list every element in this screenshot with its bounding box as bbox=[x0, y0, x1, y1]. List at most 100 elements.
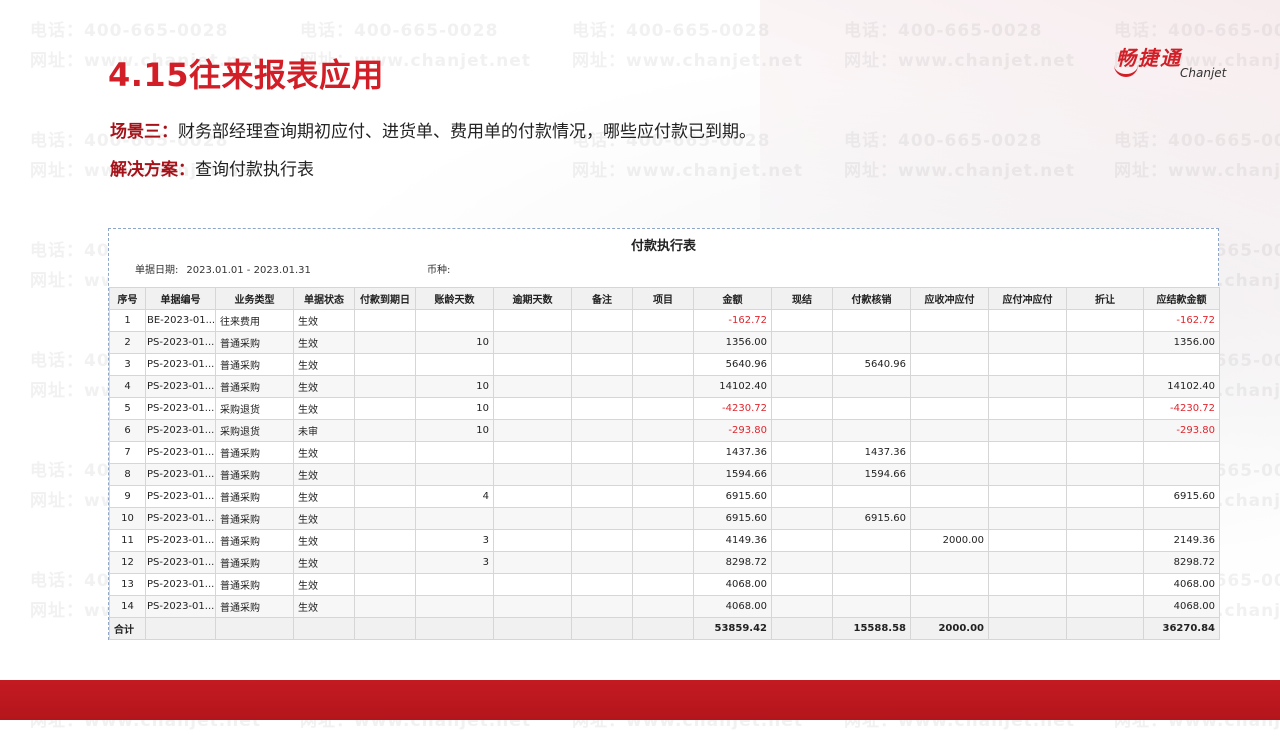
table-cell bbox=[910, 551, 989, 574]
table-cell bbox=[493, 441, 572, 464]
table-row[interactable]: 11 PS-2023-01... 普通采购 生效 3 4149.36 2000.00 2149… bbox=[109, 529, 1220, 552]
table-cell: 生效 bbox=[293, 463, 355, 486]
table-cell: 采购退货 bbox=[215, 419, 294, 442]
table-cell: 10 bbox=[415, 397, 494, 420]
table-row[interactable]: 7 PS-2023-01... 普通采购 生效 1437.36 1437.36 bbox=[109, 441, 1220, 464]
table-cell bbox=[832, 551, 911, 574]
table-cell: 1594.66 bbox=[832, 463, 911, 486]
column-header[interactable]: 逾期天数 bbox=[493, 287, 572, 310]
column-header[interactable]: 付款核销 bbox=[832, 287, 911, 310]
table-cell: 生效 bbox=[293, 573, 355, 596]
table-cell bbox=[988, 375, 1067, 398]
table-cell bbox=[771, 507, 833, 530]
table-cell bbox=[988, 595, 1067, 618]
date-filter-value[interactable]: 2023.01.01 - 2023.01.31 bbox=[186, 265, 310, 276]
column-header[interactable]: 应收冲应付 bbox=[910, 287, 989, 310]
table-cell: 6 bbox=[109, 419, 146, 442]
payment-execution-table: 序号 单据编号 业务类型 单据状态 付款到期日 账龄天数 逾期天数 备注 项目 金额 现结 付款核销应… bbox=[109, 287, 1220, 640]
column-header[interactable]: 折让 bbox=[1066, 287, 1144, 310]
total-cell bbox=[571, 617, 633, 640]
table-cell: 1356.00 bbox=[1143, 331, 1220, 354]
column-header[interactable]: 应结款金额 bbox=[1143, 287, 1220, 310]
scene-label: 场景三： bbox=[110, 122, 178, 142]
table-row[interactable]: 9 PS-2023-01... 普通采购 生效 4 6915.60 6915.60 bbox=[109, 485, 1220, 508]
table-row[interactable]: 1 BE-2023-01... 往来费用 生效 -162.72 -162.72 bbox=[109, 309, 1220, 332]
table-cell bbox=[1143, 507, 1220, 530]
table-row[interactable]: 3 PS-2023-01... 普通采购 生效 5640.96 5640.96 bbox=[109, 353, 1220, 376]
table-cell: 采购退货 bbox=[215, 397, 294, 420]
table-cell bbox=[771, 397, 833, 420]
column-header[interactable]: 业务类型 bbox=[215, 287, 294, 310]
table-cell bbox=[1066, 375, 1144, 398]
table-cell bbox=[771, 441, 833, 464]
table-row[interactable]: 10 PS-2023-01... 普通采购 生效 6915.60 6915.60 bbox=[109, 507, 1220, 530]
total-cell bbox=[354, 617, 416, 640]
table-cell: -162.72 bbox=[1143, 309, 1220, 332]
column-header[interactable]: 单据状态 bbox=[293, 287, 355, 310]
table-cell: 10 bbox=[415, 419, 494, 442]
total-cell: 36270.84 bbox=[1143, 617, 1220, 640]
table-row[interactable]: 5 PS-2023-01... 采购退货 生效 10 -4230.72 -4230.72 bbox=[109, 397, 1220, 420]
total-cell: 合计 bbox=[109, 617, 146, 640]
table-cell bbox=[1066, 419, 1144, 442]
table-cell bbox=[632, 573, 694, 596]
table-cell: 普通采购 bbox=[215, 485, 294, 508]
table-cell bbox=[1143, 463, 1220, 486]
table-cell: 生效 bbox=[293, 529, 355, 552]
total-row: 合计 53859.42 15588.58 2000.00 36270.84 bbox=[109, 617, 1220, 640]
column-header[interactable]: 应付冲应付 bbox=[988, 287, 1067, 310]
table-cell: 生效 bbox=[293, 397, 355, 420]
report-panel: 付款执行表 单据日期: 2023.01.01 - 2023.01.31 币种: 序… bbox=[108, 228, 1220, 640]
table-cell bbox=[632, 441, 694, 464]
table-cell bbox=[988, 331, 1067, 354]
table-cell: 8 bbox=[109, 463, 146, 486]
table-cell bbox=[988, 353, 1067, 376]
table-cell bbox=[354, 397, 416, 420]
column-header[interactable]: 现结 bbox=[771, 287, 833, 310]
table-cell bbox=[832, 485, 911, 508]
table-cell: 11 bbox=[109, 529, 146, 552]
table-cell bbox=[771, 529, 833, 552]
table-cell bbox=[988, 463, 1067, 486]
table-cell bbox=[632, 551, 694, 574]
column-header[interactable]: 付款到期日 bbox=[354, 287, 416, 310]
table-cell bbox=[571, 551, 633, 574]
table-cell: 普通采购 bbox=[215, 595, 294, 618]
table-row[interactable]: 6 PS-2023-01... 采购退货 未审 10 -293.80 -293.80 bbox=[109, 419, 1220, 442]
table-cell: 10 bbox=[415, 375, 494, 398]
table-cell bbox=[988, 529, 1067, 552]
table-row[interactable]: 12 PS-2023-01... 普通采购 生效 3 8298.72 8298.72 bbox=[109, 551, 1220, 574]
table-cell bbox=[832, 573, 911, 596]
column-header[interactable]: 金额 bbox=[693, 287, 772, 310]
column-header[interactable]: 单据编号 bbox=[145, 287, 216, 310]
date-filter: 单据日期: 2023.01.01 - 2023.01.31 bbox=[135, 261, 311, 276]
table-cell bbox=[354, 507, 416, 530]
total-cell bbox=[293, 617, 355, 640]
table-cell: 1437.36 bbox=[693, 441, 772, 464]
table-cell bbox=[832, 375, 911, 398]
table-cell bbox=[493, 485, 572, 508]
column-header[interactable]: 备注 bbox=[571, 287, 633, 310]
table-cell bbox=[832, 419, 911, 442]
table-cell: PS-2023-01... bbox=[145, 419, 216, 442]
table-cell bbox=[632, 353, 694, 376]
table-cell: 普通采购 bbox=[215, 441, 294, 464]
logo-text-en: Chanjet bbox=[1180, 66, 1227, 80]
table-cell bbox=[632, 309, 694, 332]
table-cell bbox=[771, 463, 833, 486]
table-cell: 生效 bbox=[293, 353, 355, 376]
table-row[interactable]: 13 PS-2023-01... 普通采购 生效 4068.00 4068.00 bbox=[109, 573, 1220, 596]
table-cell: PS-2023-01... bbox=[145, 353, 216, 376]
table-row[interactable]: 8 PS-2023-01... 普通采购 生效 1594.66 1594.66 bbox=[109, 463, 1220, 486]
column-header[interactable]: 序号 bbox=[109, 287, 146, 310]
table-cell bbox=[910, 441, 989, 464]
table-cell bbox=[771, 551, 833, 574]
table-row[interactable]: 14 PS-2023-01... 普通采购 生效 4068.00 4068.00 bbox=[109, 595, 1220, 618]
table-row[interactable]: 2 PS-2023-01... 普通采购 生效 10 1356.00 1356.00 bbox=[109, 331, 1220, 354]
column-header[interactable]: 项目 bbox=[632, 287, 694, 310]
column-header[interactable]: 账龄天数 bbox=[415, 287, 494, 310]
table-cell bbox=[415, 309, 494, 332]
table-cell bbox=[771, 595, 833, 618]
table-cell: 13 bbox=[109, 573, 146, 596]
table-row[interactable]: 4 PS-2023-01... 普通采购 生效 10 14102.40 14102.40 bbox=[109, 375, 1220, 398]
